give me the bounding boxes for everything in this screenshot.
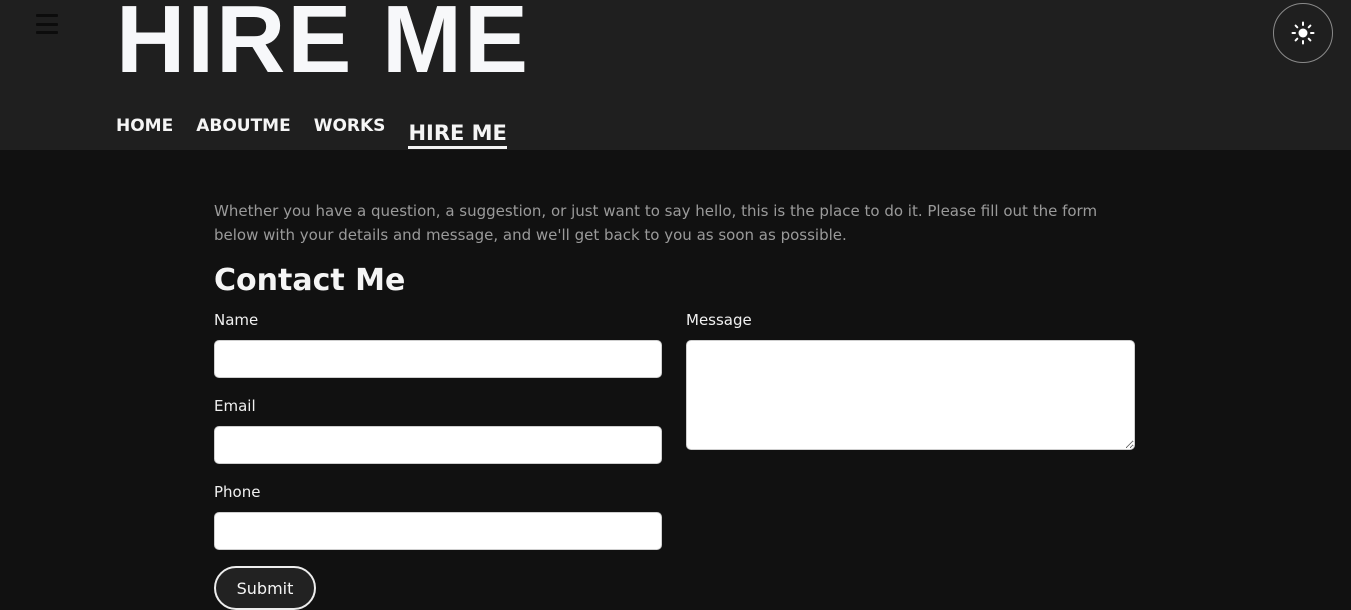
nav-link-works[interactable]: WORKS	[314, 116, 386, 136]
nav-link-hire-me[interactable]: HIRE ME	[408, 120, 507, 149]
intro-text: Whether you have a question, a suggestio…	[214, 202, 1098, 244]
nav-link-home[interactable]: HOME	[116, 116, 173, 136]
contact-heading: Contact Me	[214, 263, 406, 298]
hamburger-menu-icon[interactable]	[36, 14, 58, 34]
sun-icon	[1291, 21, 1315, 45]
email-input[interactable]	[214, 426, 662, 464]
site-title: HIRE ME	[116, 0, 531, 93]
phone-input[interactable]	[214, 512, 662, 550]
main-nav: HOME ABOUTME WORKS HIRE ME	[116, 116, 530, 149]
theme-toggle-button[interactable]	[1273, 3, 1333, 63]
name-label: Name	[214, 311, 259, 329]
nav-link-aboutme[interactable]: ABOUTME	[196, 116, 291, 136]
message-label: Message	[686, 311, 752, 329]
site-header: HIRE ME HOME ABOUTME WORKS HIRE ME	[0, 0, 1351, 150]
phone-label: Phone	[214, 483, 261, 501]
email-label: Email	[214, 397, 256, 415]
submit-button[interactable]: Submit	[214, 566, 316, 610]
name-input[interactable]	[214, 340, 662, 378]
message-textarea[interactable]	[686, 340, 1135, 450]
